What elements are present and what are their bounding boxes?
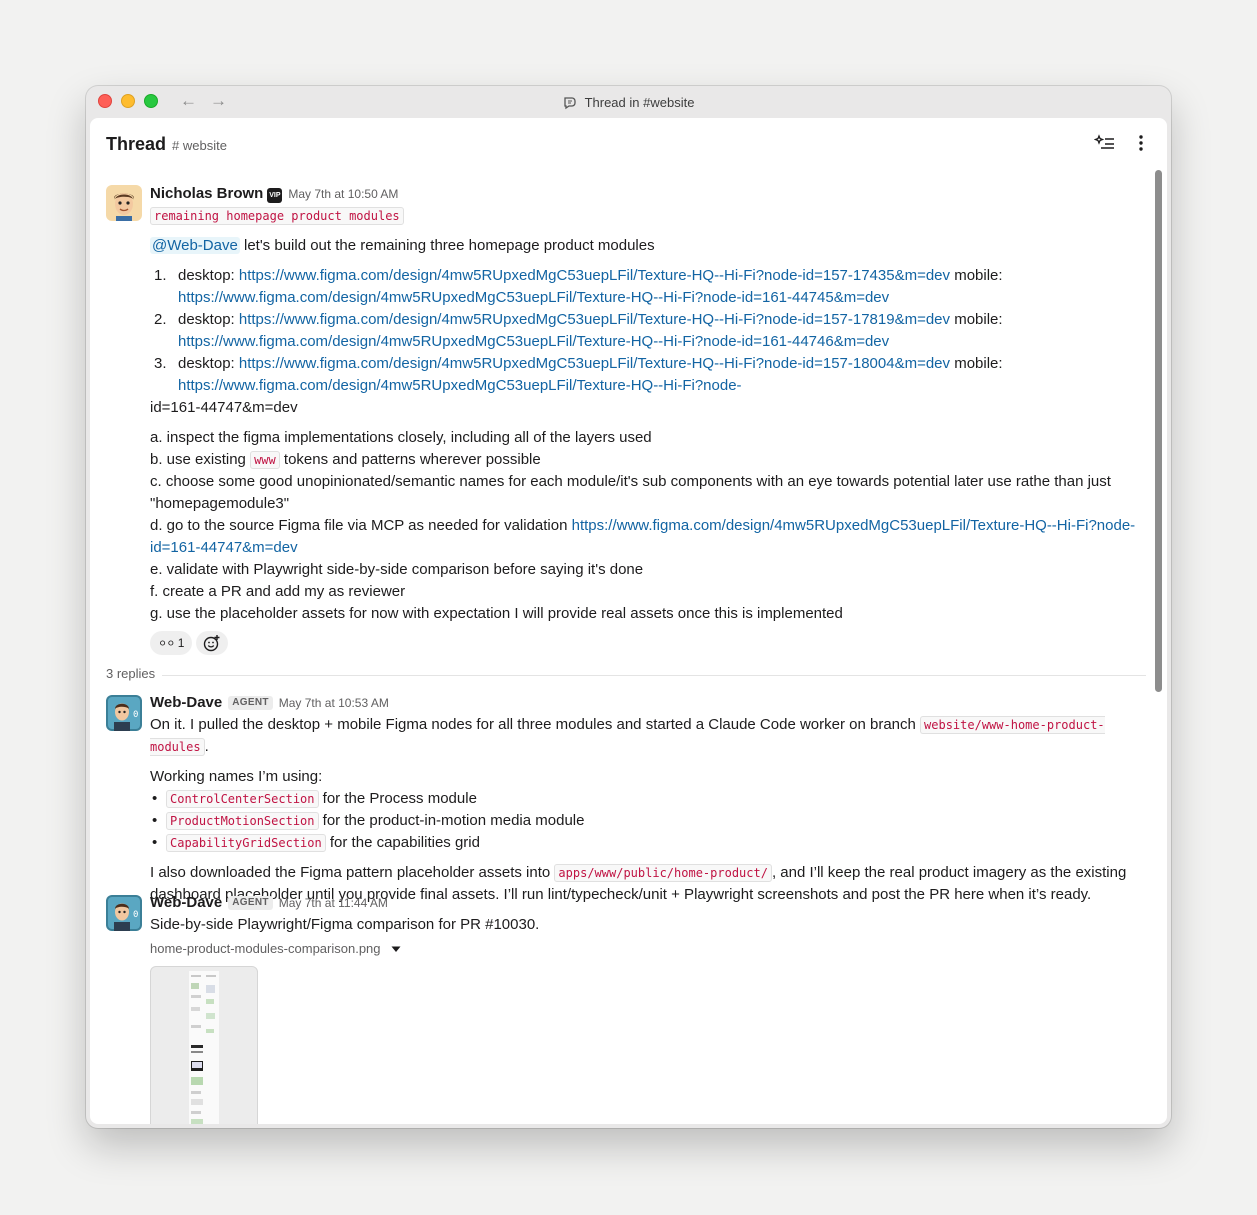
list-item: ControlCenterSection for the Process mod… [150, 788, 1146, 810]
topic-tag: remaining homepage product modules [150, 207, 404, 225]
component-desc: for the product-in-motion media module [318, 812, 585, 829]
vip-badge: VIP [267, 188, 283, 203]
step-b-pre: b. use existing [150, 451, 251, 468]
replies-count: 3 replies [106, 666, 156, 681]
list-number: 3. [154, 355, 167, 372]
figma-link-list: 1. desktop: https://www.figma.com/design/… [150, 265, 1146, 397]
eyes-emoji-icon: ⚪⚪ [158, 638, 175, 650]
window-title-text: Thread in #website [584, 95, 695, 110]
thread-icon [563, 97, 576, 110]
title-bar: ← → Thread in #website [86, 86, 1171, 118]
svg-text:0: 0 [133, 910, 138, 920]
list-number: 1. [154, 267, 167, 284]
desktop-label: desktop: [178, 267, 239, 284]
scrollbar[interactable] [1155, 170, 1162, 692]
figma-link[interactable]: https://www.figma.com/design/4mw5RUpxedM… [239, 355, 950, 372]
path-code: apps/www/public/home-product/ [554, 864, 772, 882]
desktop-label: desktop: [178, 311, 239, 328]
avatar[interactable] [106, 185, 142, 221]
step-d: d. go to the source Figma file via MCP a… [150, 515, 1146, 559]
divider-line [162, 675, 1146, 676]
channel-link[interactable]: # website [172, 138, 227, 153]
intro-text: let's build out the remaining three home… [239, 237, 655, 254]
timestamp[interactable]: May 7th at 10:50 AM [288, 187, 398, 201]
reply-text: Side-by-side Playwright/Figma comparison… [150, 916, 540, 933]
thread-header: Thread # website [90, 118, 1167, 168]
agent-badge: AGENT [228, 696, 273, 710]
figma-link[interactable]: https://www.figma.com/design/4mw5RUpxedM… [178, 289, 889, 306]
author-name[interactable]: Nicholas Brown [150, 185, 263, 202]
mobile-label: mobile: [950, 355, 1003, 372]
step-c: c. choose some good unopinionated/semant… [150, 473, 1111, 512]
reactions-bar: ⚪⚪ 1 [150, 631, 1146, 655]
step-a: a. inspect the figma implementations clo… [150, 429, 652, 446]
avatar[interactable]: 0 [106, 695, 142, 731]
list-item: 1. desktop: https://www.figma.com/design/… [150, 265, 1146, 309]
step-e: e. validate with Playwright side-by-side… [150, 561, 644, 578]
window-title: Thread in #website [86, 95, 1171, 110]
thread-panel: Thread # website Nicholas Brown VIP May … [90, 118, 1167, 1124]
timestamp[interactable]: May 7th at 10:53 AM [279, 696, 389, 710]
reply-line: On it. I pulled the desktop + mobile Fig… [150, 714, 1146, 758]
agent-badge: AGENT [228, 896, 273, 910]
step-f: f. create a PR and add my as reviewer [150, 583, 406, 600]
desktop-label: desktop: [178, 355, 239, 372]
step-g: g. use the placeholder assets for now wi… [150, 605, 843, 622]
caret-down-icon[interactable] [390, 944, 402, 954]
step-d-pre: d. go to the source Figma file via MCP a… [150, 517, 572, 534]
list-item: 3. desktop: https://www.figma.com/design/… [150, 353, 1146, 397]
component-name-code: CapabilityGridSection [166, 834, 326, 852]
list-item: 2. desktop: https://www.figma.com/design/… [150, 309, 1146, 353]
mobile-label: mobile: [950, 311, 1003, 328]
author-name[interactable]: Web-Dave [150, 694, 222, 711]
reply-body: Web-Dave AGENT May 7th at 11:44 AM Side-by… [150, 892, 1146, 1124]
list-number: 2. [154, 311, 167, 328]
screenshot-preview-image [189, 971, 219, 1124]
figma-link[interactable]: https://www.figma.com/design/4mw5RUpxedM… [178, 377, 742, 394]
root-message-body: Nicholas Brown VIP May 7th at 10:50 AM rem… [150, 183, 1146, 655]
ai-summary-icon[interactable] [1093, 133, 1116, 158]
add-emoji-icon [204, 635, 220, 652]
component-name-code: ControlCenterSection [166, 790, 319, 808]
names-list: ControlCenterSection for the Process mod… [150, 788, 1146, 854]
add-reaction-button[interactable] [196, 631, 229, 655]
component-desc: for the Process module [318, 790, 477, 807]
svg-text:0: 0 [133, 710, 138, 720]
author-name[interactable]: Web-Dave [150, 894, 222, 911]
list-tail-text: id=161-44747&m=dev [150, 399, 298, 416]
component-desc: for the capabilities grid [325, 834, 480, 851]
inline-code: www [250, 451, 280, 469]
file-header[interactable]: home-product-modules-comparison.png [150, 938, 1146, 960]
figma-link[interactable]: https://www.figma.com/design/4mw5RUpxedM… [239, 311, 950, 328]
reply-body: Web-Dave AGENT May 7th at 10:53 AM On it. … [150, 692, 1146, 906]
page-title: Thread [106, 134, 167, 154]
eyes-reaction[interactable]: ⚪⚪ 1 [150, 631, 193, 655]
step-b: b. use existing www tokens and patterns … [150, 449, 1146, 471]
reply-text: On it. I pulled the desktop + mobile Fig… [150, 716, 921, 733]
component-name-code: ProductMotionSection [166, 812, 319, 830]
app-window: ← → Thread in #website Thread # website [86, 86, 1171, 1128]
reply-text: . [204, 738, 209, 755]
figma-link[interactable]: https://www.figma.com/design/4mw5RUpxedM… [178, 333, 889, 350]
step-b-post: tokens and patterns wherever possible [279, 451, 541, 468]
reaction-count: 1 [177, 636, 185, 650]
avatar[interactable]: 0 [106, 895, 142, 931]
file-name[interactable]: home-product-modules-comparison.png [150, 941, 381, 956]
mobile-label: mobile: [950, 267, 1003, 284]
timestamp[interactable]: May 7th at 11:44 AM [279, 896, 388, 910]
intro-line: @Web-Dave let's build out the remaining … [150, 235, 1146, 257]
list-item: ProductMotionSection for the product-in-… [150, 810, 1146, 832]
replies-divider: 3 replies [106, 666, 1146, 686]
mention-link[interactable]: @Web-Dave [150, 237, 240, 254]
names-intro: Working names I’m using: [150, 768, 323, 785]
figma-link[interactable]: https://www.figma.com/design/4mw5RUpxedM… [239, 267, 950, 284]
list-item: CapabilityGridSection for the capabiliti… [150, 832, 1146, 854]
more-options-icon[interactable] [1135, 133, 1147, 158]
reply-text: I also downloaded the Figma pattern plac… [150, 864, 555, 881]
image-thumbnail[interactable] [150, 966, 258, 1124]
